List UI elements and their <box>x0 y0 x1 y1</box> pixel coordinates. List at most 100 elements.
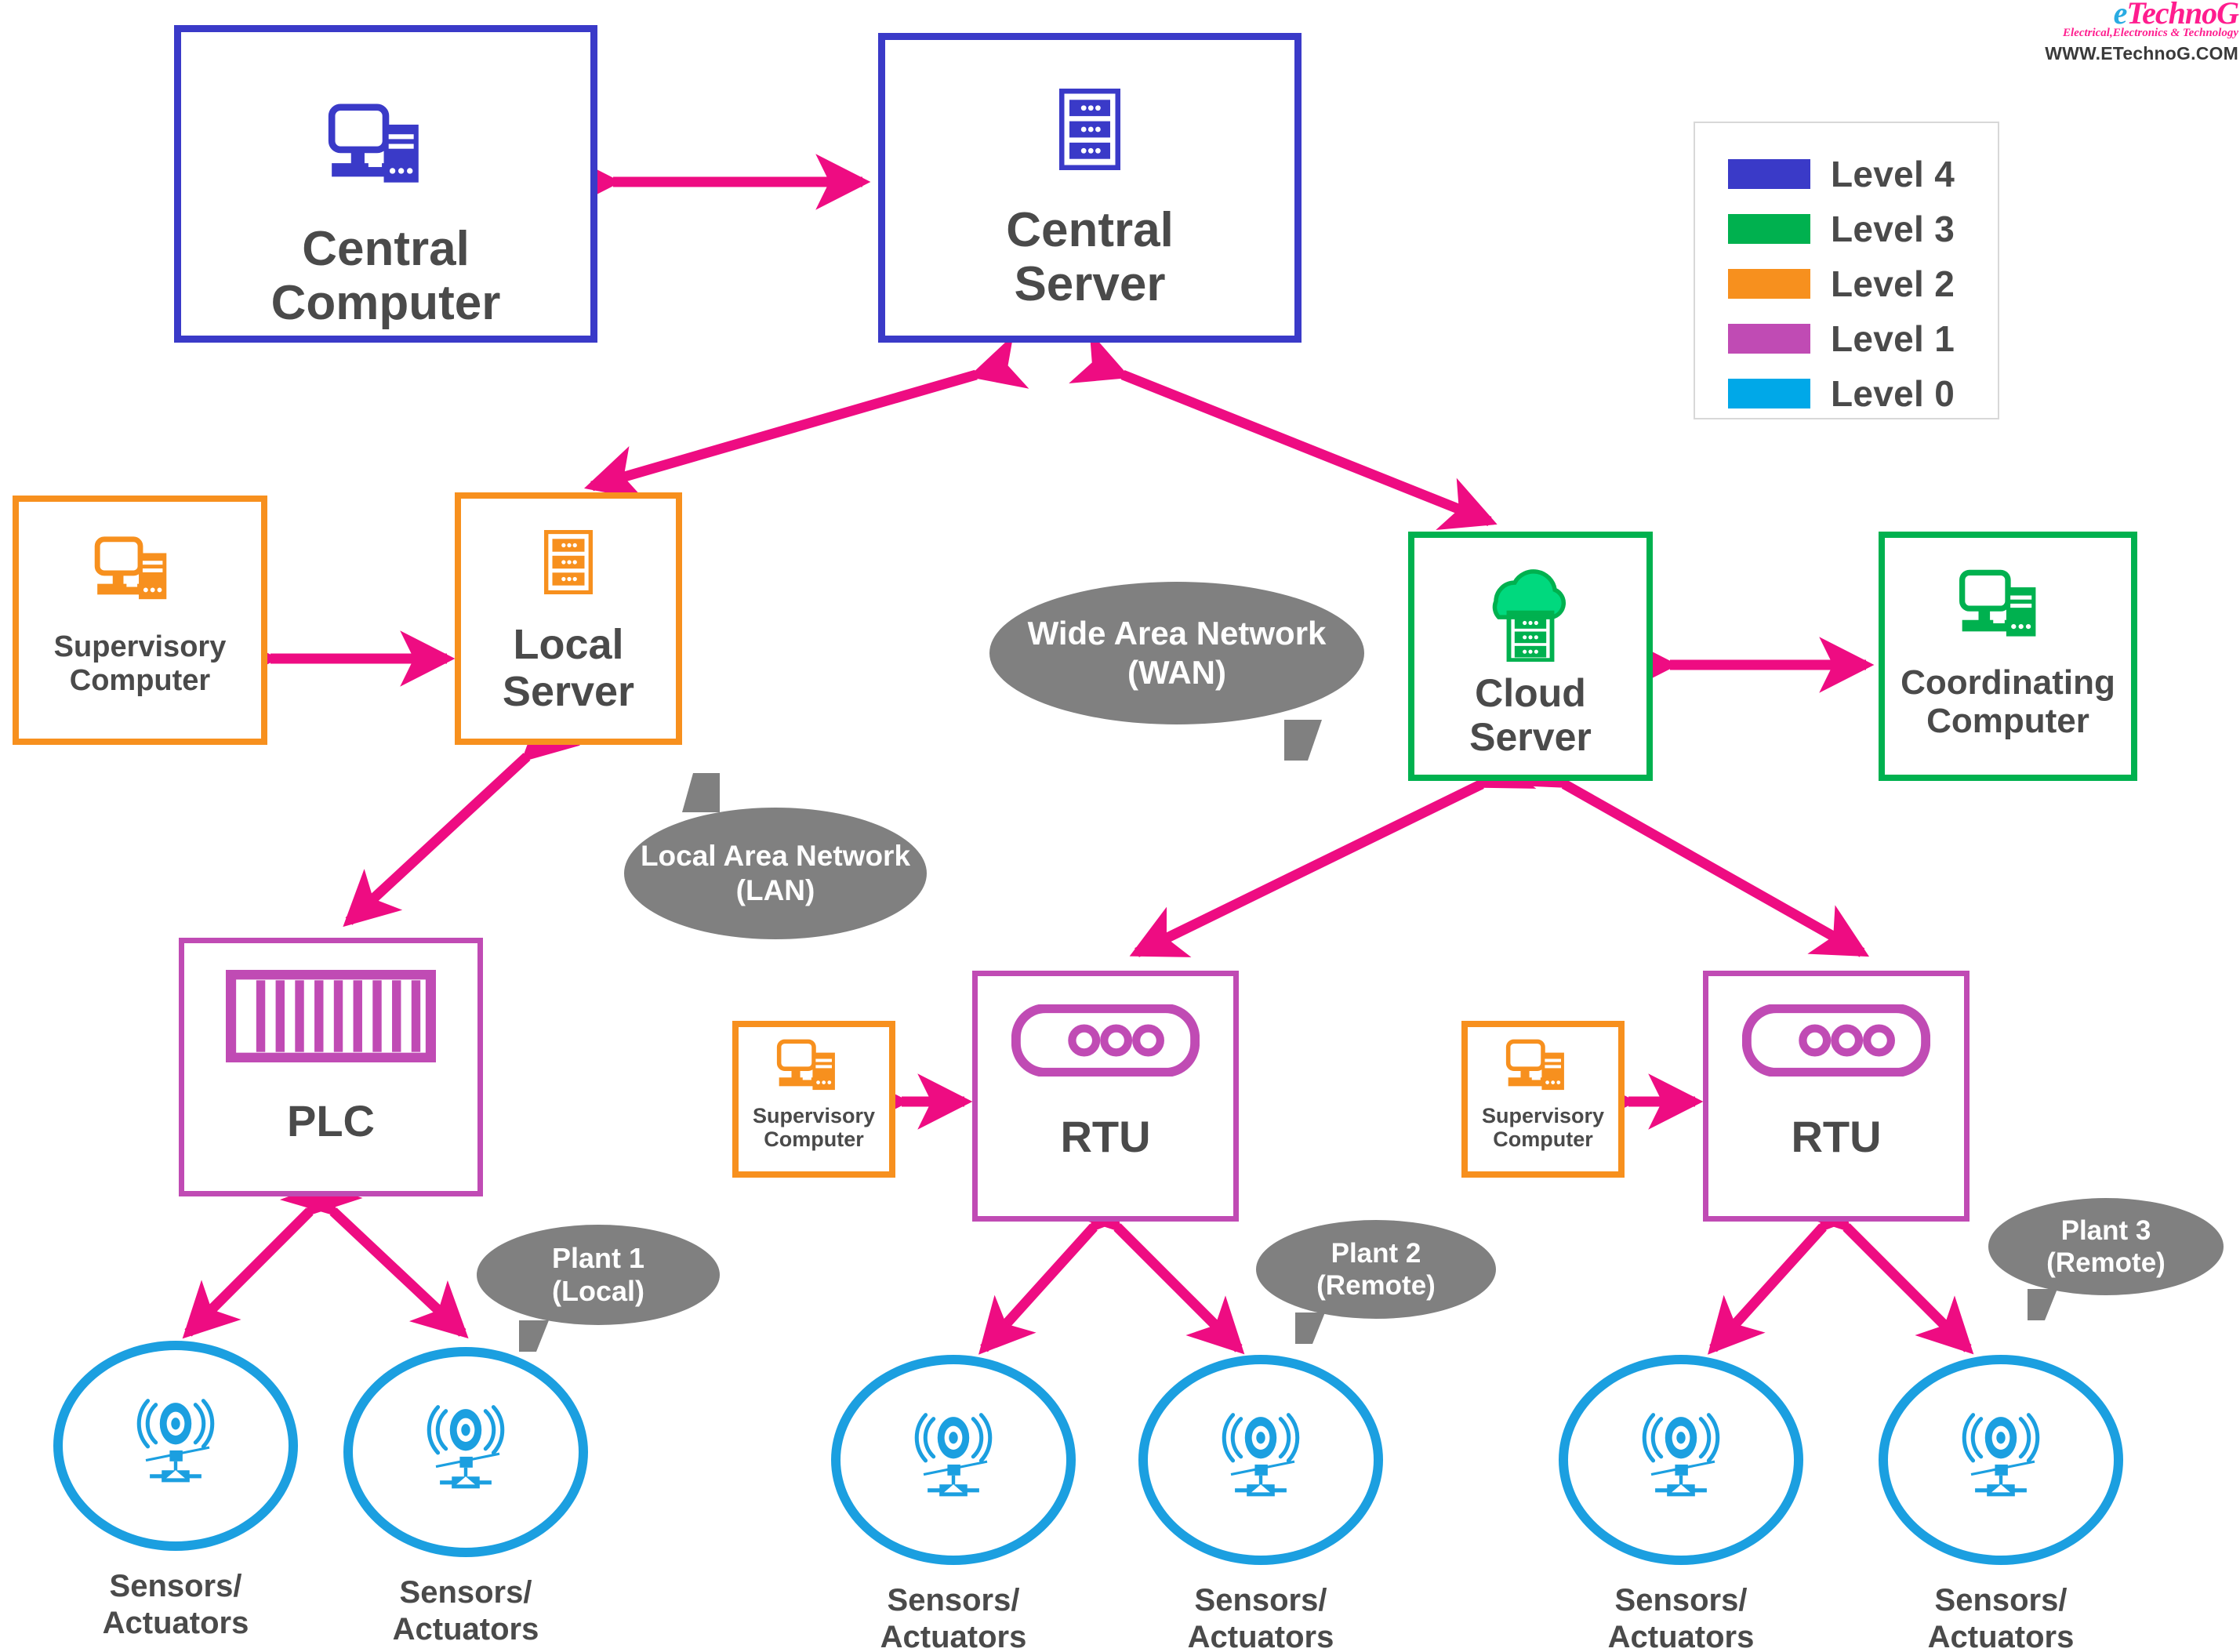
bubble-wan: Wide Area Network (WAN) <box>989 582 1364 761</box>
bubble-plant2-tail <box>1295 1313 1325 1344</box>
bubble-plant3-line2: (Remote) <box>2046 1247 2166 1278</box>
arrow-rtu1-sensor3 <box>978 1173 1146 1355</box>
legend-row-level3: Level 3 <box>1728 208 1998 250</box>
legend-row-level2: Level 2 <box>1728 263 1998 305</box>
cloud-server-icon <box>1492 569 1566 662</box>
sensor-label-1: Sensors/ Actuators <box>102 1569 249 1641</box>
sensor-actuator-icon <box>1962 1413 2040 1497</box>
arrow-central-server-local-server <box>584 335 1029 500</box>
legend-row-level1: Level 1 <box>1728 318 1998 360</box>
sensor-actuator-icon <box>136 1399 215 1483</box>
rtu-module-icon <box>1742 1004 1930 1077</box>
bubble-plant1-tail <box>519 1320 549 1352</box>
arrow-local-server-plc <box>343 704 581 928</box>
desktop-computer-icon <box>1959 569 2036 637</box>
sensor-actuator-icon <box>427 1405 505 1489</box>
arrow-rtu2-sensor5 <box>1708 1173 1875 1355</box>
logo-url: WWW.ETechnoG.COM <box>2045 43 2238 64</box>
legend-row-level4: Level 4 <box>1728 153 1998 195</box>
node-label-coordinating-computer: Coordinating Computer <box>1901 663 2115 741</box>
arrow-rtu2-sensor6 <box>1793 1174 1974 1355</box>
node-label-plc: PLC <box>287 1096 375 1146</box>
node-sensor-actuator-3[interactable] <box>831 1355 1076 1565</box>
bubble-plant1: Plant 1 (Local) <box>477 1225 720 1352</box>
server-rack-icon <box>544 530 593 594</box>
bubble-lan-line1: Local Area Network <box>640 840 911 873</box>
node-supervisory-computer-2[interactable]: Supervisory Computer <box>732 1021 895 1178</box>
bubble-plant1-line1: Plant 1 <box>551 1241 645 1274</box>
legend-label-level4: Level 4 <box>1831 154 1955 194</box>
node-plc[interactable]: PLC <box>179 938 483 1196</box>
scada-architecture-diagram: eTechnoG Electrical,Electronics & Techno… <box>0 0 2240 1652</box>
node-supervisory-computer-1[interactable]: Supervisory Computer <box>13 496 267 745</box>
rtu-module-icon <box>1011 1004 1200 1077</box>
sensor-label-3: Sensors/ Actuators <box>880 1583 1027 1652</box>
bubble-lan: Local Area Network (LAN) <box>624 773 927 939</box>
legend-swatch-level3 <box>1728 214 1810 244</box>
bubble-plant2-line1: Plant 2 <box>1331 1237 1421 1269</box>
plc-rack-icon <box>226 970 436 1062</box>
node-label-central-server: Central Server <box>1006 203 1174 312</box>
node-sensor-actuator-4[interactable] <box>1138 1355 1383 1565</box>
bubble-plant3: Plant 3 (Remote) <box>1988 1198 2224 1320</box>
bubble-plant3-tail <box>2028 1289 2057 1320</box>
node-label-rtu-2: RTU <box>1791 1112 1882 1161</box>
sensor-label-4: Sensors/ Actuators <box>1187 1583 1334 1652</box>
node-sensor-actuator-1[interactable] <box>53 1341 298 1551</box>
node-coordinating-computer[interactable]: Coordinating Computer <box>1879 532 2137 781</box>
legend-swatch-level1 <box>1728 324 1810 354</box>
legend-swatch-level2 <box>1728 269 1810 299</box>
desktop-computer-icon <box>94 536 166 600</box>
node-supervisory-computer-3[interactable]: Supervisory Computer <box>1461 1021 1625 1178</box>
desktop-computer-icon <box>1505 1039 1564 1091</box>
bubble-plant1-line2: (Local) <box>551 1275 644 1307</box>
node-sensor-actuator-2[interactable] <box>343 1347 588 1557</box>
sensor-label-5: Sensors/ Actuators <box>1607 1583 1755 1652</box>
node-rtu-1[interactable]: RTU <box>972 971 1239 1222</box>
sensor-actuator-icon <box>914 1413 993 1497</box>
arrow-cloud-server-rtu2 <box>1509 736 1870 957</box>
node-label-cloud-server: Cloud Server <box>1469 671 1592 759</box>
sensor-actuator-icon <box>1642 1413 1720 1497</box>
node-label-rtu-1: RTU <box>1060 1112 1151 1161</box>
sensor-label-2: Sensors/ Actuators <box>392 1575 539 1647</box>
legend-row-level0: Level 0 <box>1728 372 1998 415</box>
legend-swatch-level0 <box>1728 379 1810 408</box>
bubble-wan-tail <box>1284 720 1322 761</box>
legend-label-level2: Level 2 <box>1831 263 1955 304</box>
arrow-plc-sensor1 <box>182 1158 363 1339</box>
node-local-server[interactable]: Local Server <box>455 492 682 745</box>
bubble-lan-tail <box>682 773 720 812</box>
bubble-plant2: Plant 2 (Remote) <box>1256 1220 1496 1344</box>
arrow-cloud-server-rtu1 <box>1129 738 1537 957</box>
bubble-wan-line1: Wide Area Network <box>1027 615 1327 652</box>
desktop-computer-icon <box>328 103 419 183</box>
arrow-central-server-cloud-server <box>1069 331 1498 531</box>
node-label-supervisory-computer-2: Supervisory Computer <box>752 1104 876 1152</box>
legend: Level 4 Level 3 Level 2 Level 1 Level 0 <box>1694 122 1999 419</box>
bubble-plant2-line2: (Remote) <box>1316 1270 1436 1301</box>
node-label-central-computer: Central Computer <box>270 222 501 331</box>
node-label-local-server: Local Server <box>502 621 635 716</box>
node-cloud-server[interactable]: Cloud Server <box>1408 532 1653 781</box>
arrow-rtu1-sensor4 <box>1064 1174 1245 1355</box>
legend-label-level0: Level 0 <box>1831 373 1955 414</box>
sensor-actuator-icon <box>1222 1413 1300 1497</box>
sensor-label-6: Sensors/ Actuators <box>1927 1583 2075 1652</box>
desktop-computer-icon <box>776 1039 835 1091</box>
node-central-computer[interactable]: Central Computer <box>174 25 597 343</box>
node-label-supervisory-computer-1: Supervisory Computer <box>53 630 227 697</box>
node-sensor-actuator-5[interactable] <box>1559 1355 1803 1565</box>
server-rack-icon <box>1059 89 1120 170</box>
node-sensor-actuator-6[interactable] <box>1879 1355 2123 1565</box>
node-central-server[interactable]: Central Server <box>878 33 1302 343</box>
legend-label-level1: Level 1 <box>1831 318 1955 359</box>
arrow-plc-sensor2 <box>279 1159 469 1339</box>
bubble-plant3-line1: Plant 3 <box>2060 1214 2151 1246</box>
bubble-lan-line2: (LAN) <box>735 874 815 906</box>
site-logo: eTechnoG Electrical,Electronics & Techno… <box>2003 0 2239 72</box>
bubble-wan-line2: (WAN) <box>1127 654 1226 691</box>
logo-wordmark: eTechnoG <box>2003 0 2239 29</box>
node-rtu-2[interactable]: RTU <box>1703 971 1970 1222</box>
legend-label-level3: Level 3 <box>1831 209 1955 249</box>
